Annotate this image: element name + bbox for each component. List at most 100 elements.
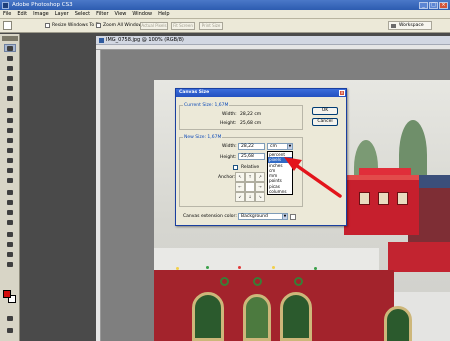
minimize-button[interactable]: _ [419,1,428,9]
photo-light-bulb [314,267,317,270]
foreground-color-swatch[interactable] [3,290,11,298]
clone-stamp-tool-icon[interactable] [4,126,16,134]
quick-mask-icon[interactable] [4,314,16,322]
cancel-button[interactable]: Cancel [312,118,338,126]
photo-wreath [294,277,303,286]
resize-windows-checkbox[interactable] [45,23,50,28]
dodge-tool-icon[interactable] [4,176,16,184]
anchor-bottom[interactable]: ↓ [245,192,255,202]
brush-tool-icon[interactable] [4,116,16,124]
photo-light-bulb [238,266,241,269]
move-tool-icon[interactable] [4,44,16,52]
eyedropper-tool-icon[interactable] [4,240,16,248]
relative-checkbox[interactable] [233,165,238,170]
toolbox-grip[interactable] [2,36,18,41]
photoshop-logo-icon [2,1,9,9]
new-width-label: Width: [222,144,237,149]
menu-filter[interactable]: Filter [96,11,108,17]
anchor-right[interactable]: → [255,182,265,192]
blur-tool-icon[interactable] [4,166,16,174]
pen-tool-icon[interactable] [4,188,16,196]
anchor-bottom-right[interactable]: ↘ [255,192,265,202]
new-width-input[interactable]: 28,22 [238,143,265,150]
unit-dropdown-list: percent pixels inches cm mm points picas… [267,151,293,196]
photo-door [243,294,271,341]
photo-light-bulb [206,266,209,269]
magic-wand-tool-icon[interactable] [4,74,16,82]
screen-mode-icon[interactable] [4,326,16,334]
photo-light-bulb [272,266,275,269]
hand-tool-icon[interactable] [4,250,16,258]
chevron-down-icon[interactable]: ▼ [287,144,292,149]
current-width-value: 28,22 cm [240,112,262,117]
relative-label: Relative [241,165,260,170]
menu-layer[interactable]: Layer [55,11,69,17]
zoom-tool-preset-icon[interactable] [3,21,12,30]
workspace-label: Workspace [399,23,424,28]
photo-arched-window [280,292,312,341]
workspace-menu[interactable]: Workspace [388,21,432,30]
photo-arched-window [192,292,224,341]
anchor-center[interactable] [245,182,255,192]
menu-image[interactable]: Image [33,11,49,17]
eraser-tool-icon[interactable] [4,146,16,154]
notes-tool-icon[interactable] [4,230,16,238]
gradient-tool-icon[interactable] [4,156,16,164]
anchor-top-left[interactable]: ↖ [235,172,245,182]
anchor-label: Anchor: [218,175,236,180]
fit-screen-button[interactable]: Fit Screen [171,21,195,30]
actual-pixels-button[interactable]: Actual Pixels [140,21,168,30]
print-size-button[interactable]: Print Size [199,21,223,30]
healing-brush-tool-icon[interactable] [4,106,16,114]
close-button[interactable]: × [439,1,448,9]
dialog-close-icon[interactable]: × [339,90,345,96]
anchor-grid: ↖ ↑ ↗ ← → ↙ ↓ ↘ [235,172,265,202]
photo-tower-window [378,192,389,205]
extension-color-select[interactable]: Background ▼ [238,213,288,220]
slice-tool-icon[interactable] [4,94,16,102]
ok-button[interactable]: OK [312,107,338,115]
extension-color-label: Canvas extension color: [183,214,237,219]
zoom-all-label: Zoom All Windows [103,22,145,28]
menu-file[interactable]: File [3,11,11,17]
options-bar: Resize Windows To Fit Zoom All Windows A… [0,19,450,33]
document-title-bar[interactable]: IMG_0758.jpg @ 100% (RGB/8) [96,36,450,45]
extension-color-swatch[interactable] [290,214,296,220]
photo-red-roof [388,242,450,272]
photo-arched-window [384,306,412,341]
menu-view[interactable]: View [115,11,127,17]
toolbox [0,34,20,341]
current-width-label: Width: [222,112,237,117]
zoom-tool-icon[interactable] [4,260,16,268]
path-selection-tool-icon[interactable] [4,208,16,216]
anchor-top-right[interactable]: ↗ [255,172,265,182]
zoom-all-checkbox[interactable] [96,23,101,28]
workspace-icon [391,23,396,28]
menu-edit[interactable]: Edit [17,11,27,17]
new-size-title: New Size: 1,67M [183,135,223,140]
history-brush-tool-icon[interactable] [4,136,16,144]
resize-windows-label: Resize Windows To Fit [52,22,101,28]
unit-option[interactable]: columns [268,189,292,194]
maximize-button[interactable]: □ [429,1,438,9]
crop-tool-icon[interactable] [4,84,16,92]
extension-color-value: Background [241,214,268,219]
current-height-label: Height: [220,121,237,126]
menu-help[interactable]: Help [158,11,169,17]
anchor-left[interactable]: ← [235,182,245,192]
document-icon [99,38,104,43]
anchor-bottom-left[interactable]: ↙ [235,192,245,202]
menu-window[interactable]: Window [132,11,152,17]
dialog-title[interactable]: Canvas Size [176,89,346,97]
menu-select[interactable]: Select [75,11,90,17]
photo-tower-window [359,192,370,205]
new-height-input[interactable]: 25,68 [238,153,265,160]
width-unit-select[interactable]: cm ▼ [267,143,293,150]
document-title: IMG_0758.jpg @ 100% (RGB/8) [106,37,184,43]
type-tool-icon[interactable] [4,198,16,206]
anchor-top[interactable]: ↑ [245,172,255,182]
shape-tool-icon[interactable] [4,218,16,226]
lasso-tool-icon[interactable] [4,64,16,72]
marquee-tool-icon[interactable] [4,54,16,62]
chevron-down-icon[interactable]: ▼ [282,214,287,219]
